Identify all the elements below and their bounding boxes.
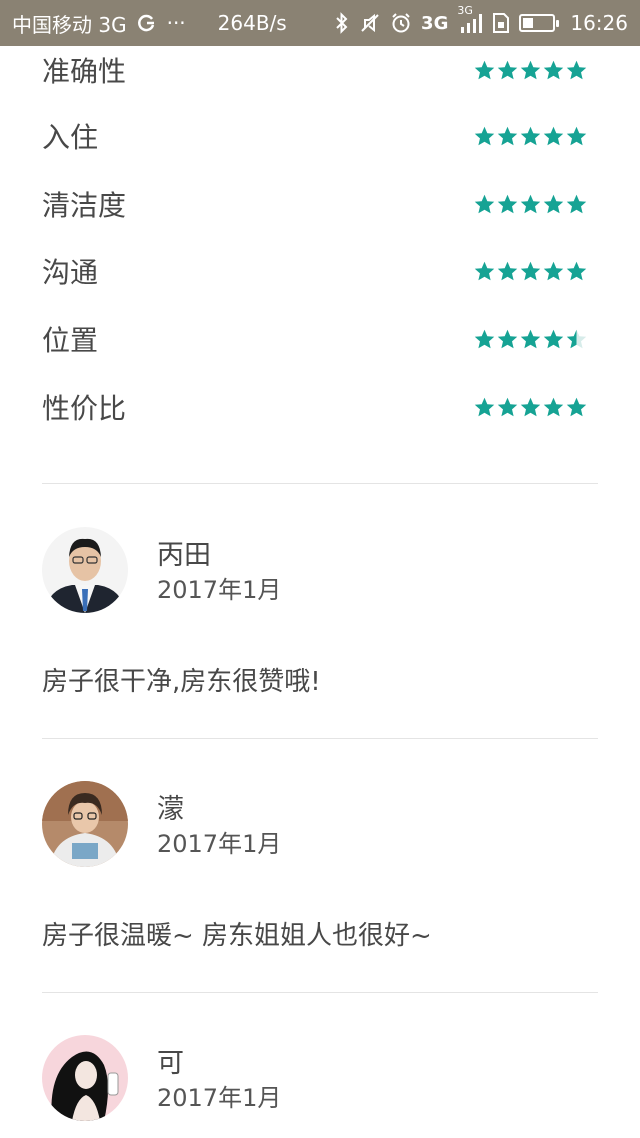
clock: 16:26 <box>570 11 628 35</box>
rating-label: 准确性 <box>42 55 127 88</box>
star-icon <box>520 261 541 280</box>
star-icon <box>543 194 564 213</box>
star-icon <box>497 329 518 348</box>
star-icon <box>566 126 587 145</box>
rating-label: 性价比 <box>42 392 127 425</box>
rating-label: 位置 <box>42 324 99 357</box>
star-icon <box>474 261 495 280</box>
star-icon <box>566 261 587 280</box>
reviewer-name[interactable]: 可 <box>157 1041 184 1080</box>
data-sync-icon <box>137 12 157 34</box>
rating-row-accuracy: 准确性 <box>42 50 587 90</box>
review-text: 房子很干净,房东很赞哦! <box>42 667 321 697</box>
star-icon <box>497 60 518 79</box>
star-icon <box>543 126 564 145</box>
battery-level <box>523 18 534 28</box>
star-icon <box>474 397 495 416</box>
star-icon <box>543 60 564 79</box>
bluetooth-icon <box>334 12 350 34</box>
rating-row-value: 性价比 <box>42 387 587 427</box>
star-icon <box>474 329 495 348</box>
star-rating <box>474 329 587 350</box>
battery-icon <box>519 14 560 32</box>
star-icon <box>566 194 587 213</box>
network-type-label: 3G <box>421 12 449 34</box>
carrier-label: 中国移动 3G <box>12 12 127 37</box>
star-icon <box>520 397 541 416</box>
star-icon <box>543 329 564 348</box>
rating-label: 清洁度 <box>42 189 127 222</box>
more-notifications-dots: ··· <box>166 11 186 35</box>
review-text: 房子很温暖~ 房东姐姐人也很好~ <box>42 921 432 951</box>
divider <box>42 738 598 739</box>
star-icon <box>543 397 564 416</box>
star-icon <box>474 60 495 79</box>
review-date: 2017年1月 <box>157 1084 282 1112</box>
star-icon <box>566 397 587 416</box>
divider <box>42 992 598 993</box>
avatar[interactable] <box>42 527 128 613</box>
star-icon <box>474 194 495 213</box>
star-icon <box>566 60 587 79</box>
alarm-icon <box>390 12 412 34</box>
avatar[interactable] <box>42 1035 128 1121</box>
signal-icon: 3G <box>457 4 483 34</box>
star-icon <box>520 194 541 213</box>
star-icon <box>566 329 587 348</box>
network-speed: 264B/s <box>217 11 287 35</box>
review-date: 2017年1月 <box>157 830 282 858</box>
status-bar: 中国移动 3G ··· 264B/s 3G 3G 16:26 <box>0 0 640 46</box>
star-rating <box>474 60 587 81</box>
star-icon <box>520 60 541 79</box>
star-icon <box>497 126 518 145</box>
star-rating <box>474 126 587 147</box>
rating-row-cleanliness: 清洁度 <box>42 184 587 224</box>
signal-type-label: 3G <box>457 4 473 17</box>
reviewer-name[interactable]: 丙田 <box>157 533 211 572</box>
rating-label: 入住 <box>42 121 99 154</box>
mute-icon <box>359 12 381 34</box>
sim-icon <box>492 12 510 34</box>
rating-row-location: 位置 <box>42 319 587 359</box>
review-date: 2017年1月 <box>157 576 282 604</box>
divider <box>42 483 598 484</box>
star-rating <box>474 397 587 418</box>
avatar[interactable] <box>42 781 128 867</box>
rating-row-checkin: 入住 <box>42 116 587 156</box>
star-icon <box>497 194 518 213</box>
star-rating <box>474 194 587 215</box>
rating-label: 沟通 <box>42 256 99 289</box>
star-icon <box>474 126 495 145</box>
star-icon <box>520 329 541 348</box>
star-icon <box>543 261 564 280</box>
star-icon <box>497 261 518 280</box>
star-icon <box>520 126 541 145</box>
star-rating <box>474 261 587 282</box>
star-icon <box>497 397 518 416</box>
reviewer-name[interactable]: 濛 <box>157 787 184 826</box>
rating-row-communication: 沟通 <box>42 251 587 291</box>
